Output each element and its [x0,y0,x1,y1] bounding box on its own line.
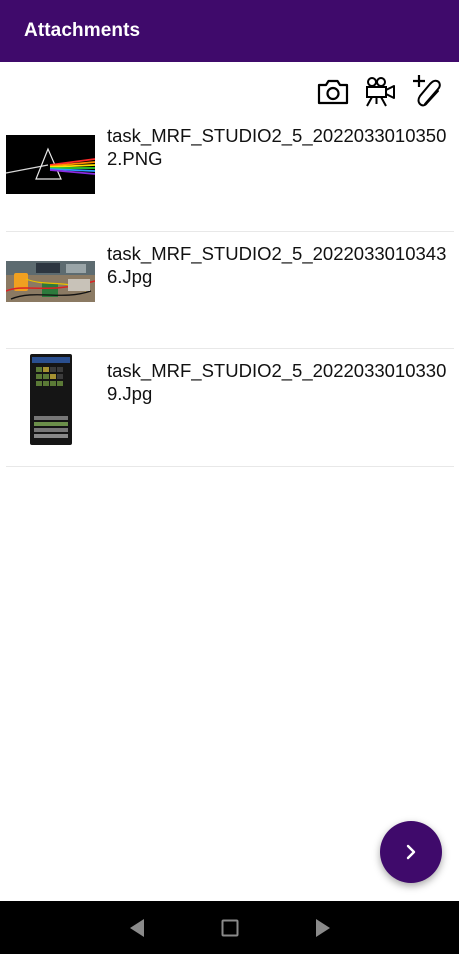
attachment-thumbnail [6,124,95,204]
next-button[interactable] [380,821,442,883]
nav-forward-button[interactable] [308,913,338,943]
attachment-filename: task_MRF_STUDIO2_5_20220330103502.PNG [107,125,447,169]
attachment-item[interactable]: task_MRF_STUDIO2_5_20220330103502.PNG [6,114,454,232]
app-bar: Attachments [0,0,459,62]
attachment-item[interactable]: task_MRF_STUDIO2_5_20220330103436.Jpg [6,232,454,349]
phone-screenshot [29,353,72,445]
nav-back-button[interactable] [122,913,152,943]
attachment-filename: task_MRF_STUDIO2_5_20220330103436.Jpg [107,242,447,287]
camera-icon [317,79,349,105]
attach-file-button[interactable] [411,74,447,110]
recents-icon [221,919,238,936]
system-navigation-bar [0,901,459,954]
attachment-item[interactable]: task_MRF_STUDIO2_5_20220330103309.Jpg [6,349,454,467]
video-camera-icon [366,77,395,107]
attachment-toolbar [315,72,447,112]
chevron-right-icon [406,844,416,860]
camera-button[interactable] [315,74,351,110]
attachment-list: task_MRF_STUDIO2_5_20220330103502.PNG ta… [6,114,454,467]
prism-image [6,134,95,194]
attach-file-icon [413,75,441,107]
video-button[interactable] [363,74,399,110]
page-title: Attachments [24,20,141,41]
back-icon [129,918,144,937]
attachment-thumbnail [6,353,95,445]
forward-icon [315,918,330,937]
attachment-thumbnail [6,242,95,322]
workbench-photo [6,261,95,302]
nav-recents-button[interactable] [215,913,245,943]
attachment-filename: task_MRF_STUDIO2_5_20220330103309.Jpg [107,360,447,404]
